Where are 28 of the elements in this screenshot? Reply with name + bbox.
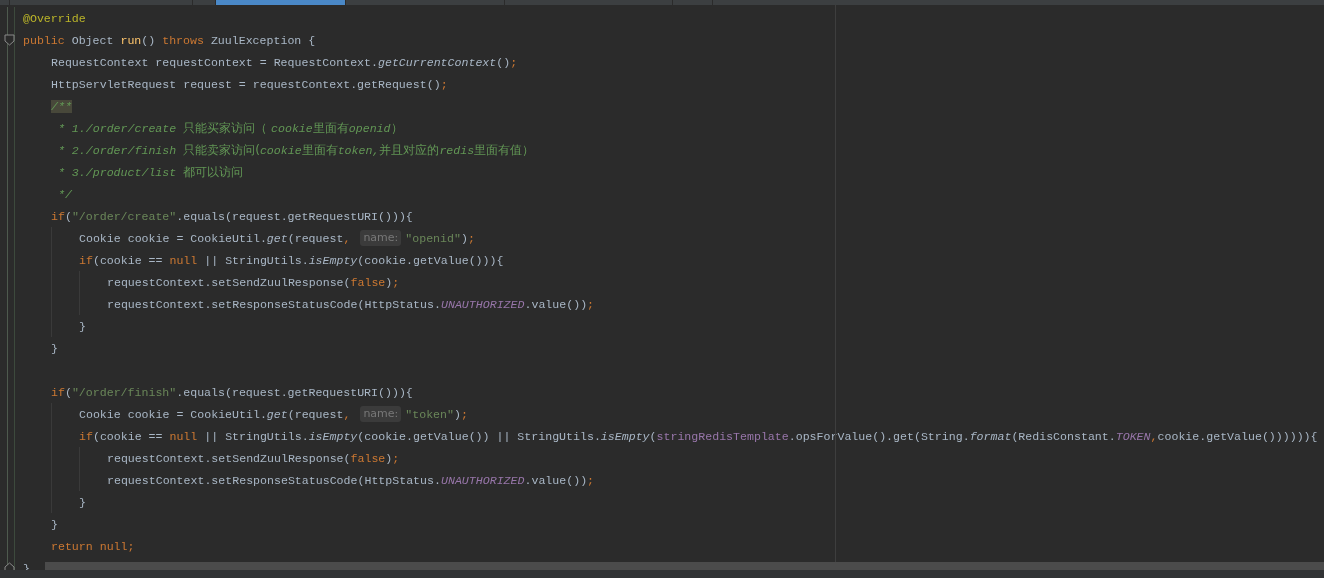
code-text: if(cookie == null || StringUtils.isEmpty(cookie.getValue())){ [79,253,504,267]
code-text: } [79,495,86,509]
code-text: "openid"); [405,231,475,245]
code-text: @Override [23,11,86,25]
code-text: } [51,517,58,531]
code-text: requestContext.setResponseStatusCode(HttpStatus.UNAUTHORIZED.value()); [107,297,595,311]
code-text: Cookie cookie = CookieUtil.get(request, [79,231,351,245]
code-text: if("/order/create".equals(request.getRequestURI())){ [51,209,413,223]
code-text: RequestContext requestContext = RequestContext.getCurrentContext(); [51,55,518,69]
code-text: requestContext.setSendZuulResponse(false); [107,275,400,289]
code-text: if(cookie == null || StringUtils.isEmpty(cookie.getValue()) || StringUtils.isEmpty(stringRedisTemplate.opsForValue().get(String.format(RedisConstant.TOKEN,cookie.getValue()))))){ [79,429,1318,443]
code-text: "token"); [405,407,468,421]
code-text: } [79,319,86,333]
code-text: * 1./order/create 只能买家访问（ cookie里面有openid） [56,119,403,137]
code-text: requestContext.setResponseStatusCode(HttpStatus.UNAUTHORIZED.value()); [107,473,595,487]
parameter-hint: name: [360,406,402,422]
code-text: * 3./product/list 都可以访问 [56,163,244,181]
code-text: public Object run() throws ZuulException { [23,33,316,47]
code-text: } [51,341,58,355]
parameter-hint: name: [360,230,402,246]
code-text: * 2./order/finish 只能卖家访问(cookie里面有token,并且对应的redis里面有值） [56,141,535,159]
code-text: HttpServletRequest request = requestContext.getRequest(); [51,77,448,91]
code-text: /** [51,99,72,113]
code-text: return null; [51,539,135,553]
code-text: requestContext.setSendZuulResponse(false); [107,451,400,465]
code-text: Cookie cookie = CookieUtil.get(request, [79,407,351,421]
code-text: if("/order/finish".equals(request.getRequestURI())){ [51,385,413,399]
code-text: */ [56,187,72,201]
